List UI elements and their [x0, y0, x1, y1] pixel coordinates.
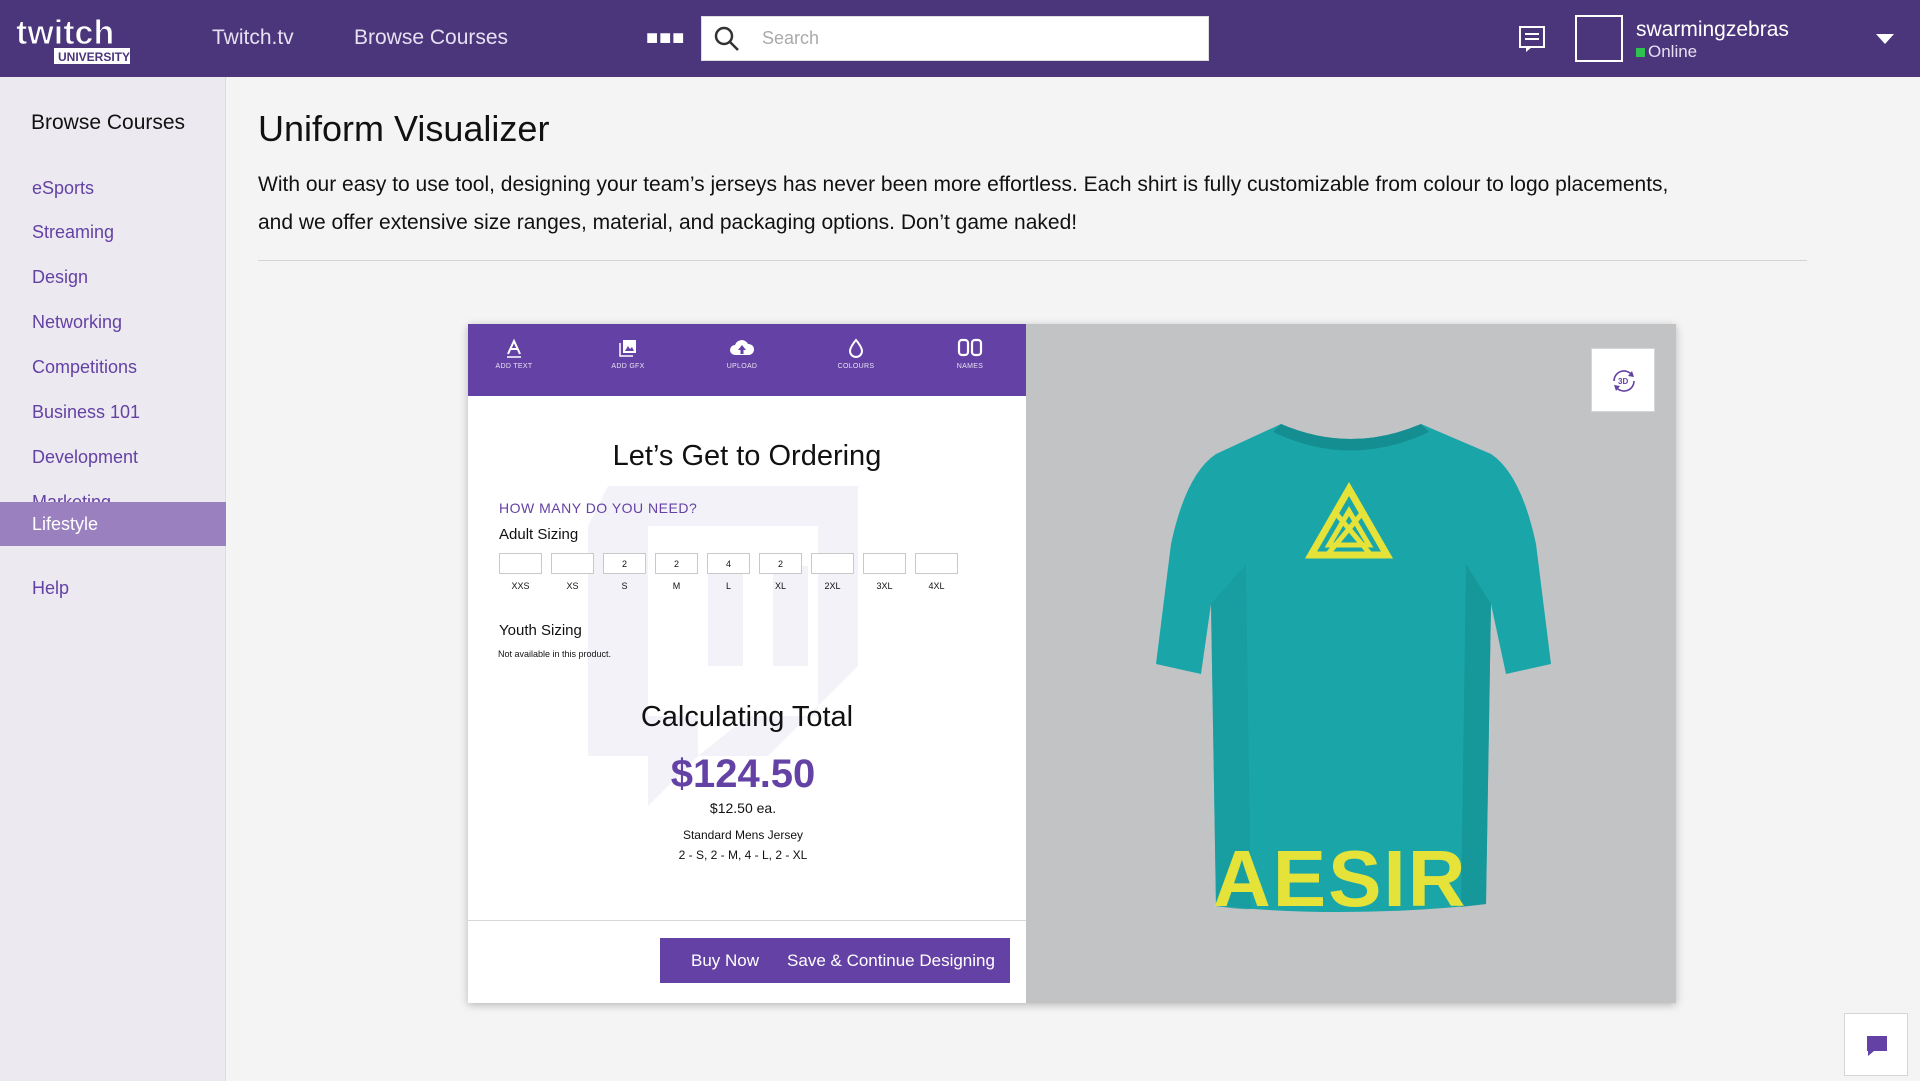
search-input[interactable]: [762, 17, 1202, 60]
add-text-tool[interactable]: ADD TEXT: [479, 338, 549, 370]
sidebar-item-development[interactable]: Development: [0, 435, 226, 479]
logo-text: twitch: [16, 14, 114, 52]
logo-subtext: UNIVERSITY: [58, 50, 130, 64]
numbers-icon: [957, 338, 983, 357]
size-input-m[interactable]: [655, 553, 698, 574]
names-label: NAMES: [956, 363, 984, 370]
sidebar-item-competitions[interactable]: Competitions: [0, 345, 226, 389]
sidebar: Browse Courses eSports Streaming Design …: [0, 77, 226, 1081]
search-icon[interactable]: [714, 26, 740, 52]
shirt-text: AESIR: [1213, 834, 1468, 923]
view-3d-label: 3D: [1618, 377, 1628, 386]
chat-icon: [1867, 1036, 1887, 1056]
nav-browse-courses[interactable]: Browse Courses: [354, 26, 508, 50]
size-label-3xl: 3XL: [876, 581, 893, 591]
sidebar-item-esports[interactable]: eSports: [0, 166, 226, 210]
sidebar-item-streaming[interactable]: Streaming: [0, 210, 226, 254]
order-total: $124.50: [670, 752, 816, 796]
colours-label: COLOURS: [837, 363, 875, 370]
size-input-xl[interactable]: [759, 553, 802, 574]
how-many-heading: HOW MANY DO YOU NEED?: [499, 500, 698, 516]
add-gfx-label: ADD GFX: [611, 363, 645, 370]
add-text-label: ADD TEXT: [495, 363, 533, 370]
youth-sizing-label: Youth Sizing: [499, 622, 582, 639]
size-label-xl: XL: [774, 581, 786, 591]
uniform-visualizer: ADD TEXT ADD GFX UPLOAD COLOURS NAMES Le…: [468, 324, 1676, 1003]
username[interactable]: swarmingzebras: [1636, 18, 1789, 42]
avatar[interactable]: [1575, 15, 1623, 62]
calculating-total-heading: Calculating Total: [640, 701, 854, 733]
order-heading: Let’s Get to Ordering: [612, 440, 882, 472]
page-title: Uniform Visualizer: [258, 108, 550, 149]
size-input-3xl[interactable]: [863, 553, 906, 574]
sidebar-heading: Browse Courses: [31, 111, 186, 134]
search-box: [701, 16, 1209, 61]
size-input-xxs[interactable]: [499, 553, 542, 574]
youth-sizing-note: Not available in this product.: [498, 649, 612, 659]
size-label-xxs: XXS: [511, 581, 530, 591]
nav-twitch-tv[interactable]: Twitch.tv: [212, 26, 294, 50]
order-actions: Buy Now Save & Continue Designing: [468, 920, 1026, 1003]
text-icon: [507, 338, 521, 358]
buy-now-button[interactable]: Buy Now: [660, 938, 790, 983]
sidebar-item-lifestyle[interactable]: Lifestyle: [0, 502, 226, 546]
size-label-4xl: 4XL: [928, 581, 945, 591]
order-panel: Let’s Get to Ordering HOW MANY DO YOU NE…: [468, 396, 1026, 920]
sidebar-item-business-101[interactable]: Business 101: [0, 390, 226, 434]
intro-text: With our easy to use tool, designing you…: [258, 173, 1669, 234]
size-label-xs: XS: [566, 581, 579, 591]
size-label-l: L: [725, 581, 731, 591]
upload-tool[interactable]: UPLOAD: [707, 338, 777, 370]
sidebar-item-design[interactable]: Design: [0, 255, 226, 299]
size-breakdown: 2 - S, 2 - M, 4 - L, 2 - XL: [678, 848, 808, 862]
jersey-preview-image: AESIR: [1156, 424, 1551, 923]
divider: [258, 260, 1807, 261]
droplet-icon: [848, 338, 864, 358]
product-name: Standard Mens Jersey: [682, 828, 804, 842]
sidebar-item-networking[interactable]: Networking: [0, 300, 226, 344]
size-input-2xl[interactable]: [811, 553, 854, 574]
design-toolbar: ADD TEXT ADD GFX UPLOAD COLOURS NAMES: [468, 324, 1026, 396]
whispers-icon[interactable]: [1518, 24, 1546, 52]
chat-button[interactable]: [1844, 1013, 1908, 1076]
add-gfx-tool[interactable]: ADD GFX: [593, 338, 663, 370]
adult-sizing-label: Adult Sizing: [499, 526, 579, 543]
cloud-upload-icon: [730, 340, 755, 355]
colours-tool[interactable]: COLOURS: [821, 338, 891, 370]
size-label-2xl: 2XL: [824, 581, 841, 591]
size-input-xs[interactable]: [551, 553, 594, 574]
online-status: Online: [1636, 42, 1697, 62]
size-input-4xl[interactable]: [915, 553, 958, 574]
view-3d-button[interactable]: 3D: [1591, 348, 1655, 412]
chevron-down-icon[interactable]: [1876, 34, 1894, 44]
size-label-m: M: [672, 581, 681, 591]
sidebar-item-help[interactable]: Help: [0, 566, 226, 610]
image-icon: [619, 340, 636, 357]
twitch-university-logo[interactable]: twitch UNIVERSITY: [14, 12, 132, 66]
save-continue-button[interactable]: Save & Continue Designing: [772, 938, 1010, 983]
upload-label: UPLOAD: [726, 363, 758, 370]
online-dot-icon: [1636, 48, 1645, 57]
names-tool[interactable]: NAMES: [935, 338, 1005, 370]
price-each: $12.50 ea.: [709, 800, 777, 816]
rotate-3d-icon: 3D: [1613, 370, 1635, 392]
more-menu-icon[interactable]: ■■■: [646, 28, 685, 48]
top-bar: twitch UNIVERSITY Twitch.tv Browse Cours…: [0, 0, 1920, 77]
size-label-s: S: [621, 581, 628, 591]
size-input-l[interactable]: [707, 553, 750, 574]
status-text: Online: [1648, 42, 1698, 61]
shirt-preview: 3D AESIR: [1026, 324, 1676, 1003]
size-input-s[interactable]: [603, 553, 646, 574]
